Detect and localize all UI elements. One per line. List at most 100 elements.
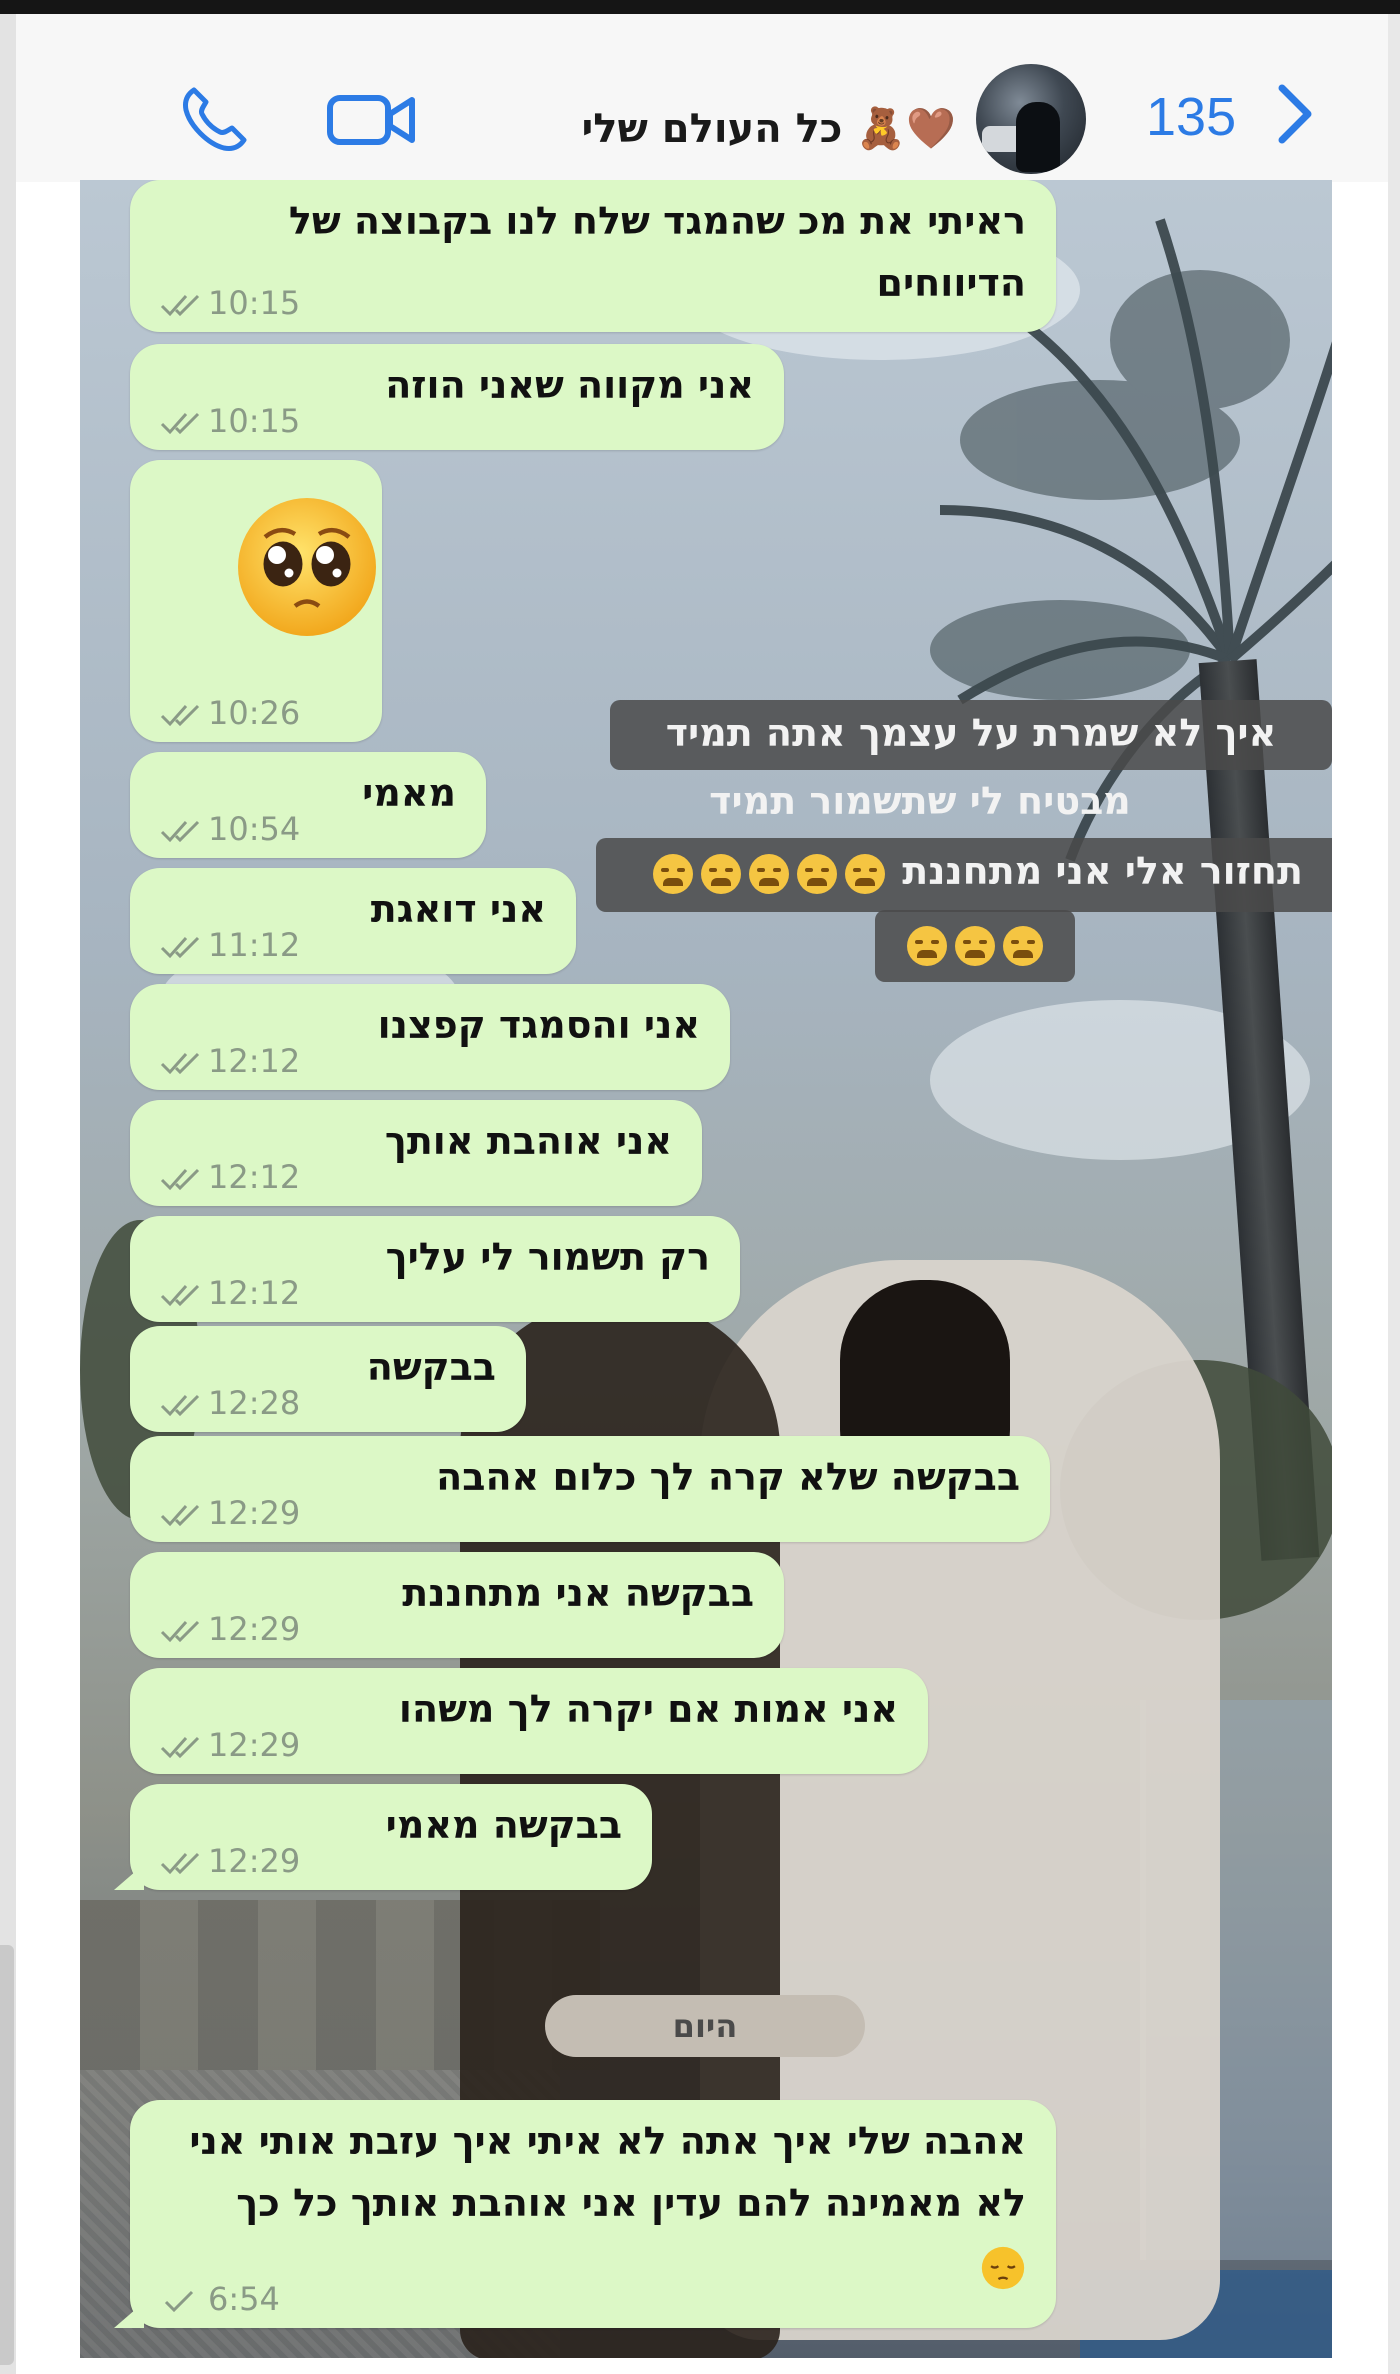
check-icon: [164, 2290, 194, 2313]
message-text: אני והסמגד קפצנו: [377, 1003, 700, 1047]
contact-avatar[interactable]: [976, 64, 1086, 174]
message-bubble[interactable]: בבקשה 12:28: [130, 1326, 526, 1432]
message-time: 12:29: [208, 1494, 301, 1532]
message-time: 12:29: [208, 1842, 301, 1880]
message-bubble[interactable]: מאמי 10:54: [130, 752, 486, 858]
double-check-icon: [160, 1052, 200, 1075]
message-text: ראיתי את מכ שהמגד שלח לנו בקבוצה של הדיו…: [288, 199, 1026, 305]
message-time: 11:12: [208, 926, 301, 964]
message-meta: 10:26: [160, 694, 300, 732]
pleading-face-icon: [238, 498, 376, 636]
message-bubble[interactable]: אני אמות אם יקרה לך משהו 12:29: [130, 1668, 928, 1774]
message-time: 12:29: [208, 1726, 301, 1764]
message-time: 12:12: [208, 1158, 301, 1196]
crying-face-icon: [845, 853, 885, 894]
contact-name[interactable]: כל העולם שלי 🧸🤎: [446, 74, 956, 184]
double-check-icon: [160, 294, 200, 317]
top-border: [0, 0, 1400, 14]
double-check-icon: [160, 1394, 200, 1417]
message-text: אני דואגת: [370, 887, 546, 931]
message-time: 12:12: [208, 1042, 301, 1080]
chat-area[interactable]: איך לא שמרת על עצמך אתה תמיד מבטיח לי שת…: [80, 180, 1332, 2358]
message-text: בבקשה: [366, 1345, 496, 1389]
message-time: 12:29: [208, 1610, 301, 1648]
pensive-face-icon: [981, 2246, 1025, 2289]
message-time: 6:54: [208, 2280, 280, 2318]
crying-face-icon: [907, 925, 947, 966]
side-handle: [0, 1945, 14, 2365]
message-time: 12:28: [208, 1384, 301, 1422]
message-text: אהבה שלי איך אתה לא איתי איך עזבת אותי א…: [176, 2110, 1026, 2296]
chevron-left-icon[interactable]: [1278, 84, 1312, 144]
message-bubble[interactable]: אני מקווה שאני הוזה 10:15: [130, 344, 784, 450]
video-camera-icon[interactable]: [326, 90, 416, 150]
message-bubble[interactable]: בבקשה אני מתחננת 12:29: [130, 1552, 784, 1658]
message-bubble[interactable]: 10:26: [130, 460, 382, 742]
caption-line-text: תחזור אלי אני מתחננת: [902, 849, 1303, 893]
message-meta: 12:12: [160, 1158, 300, 1196]
message-text: בבקשה אני מתחננת: [402, 1571, 754, 1615]
message-meta: 12:29: [160, 1842, 300, 1880]
double-check-icon: [160, 1168, 200, 1191]
message-text-content: אהבה שלי איך אתה לא איתי איך עזבת אותי א…: [189, 2119, 1026, 2225]
double-check-icon: [160, 820, 200, 843]
message-meta: 12:29: [160, 1726, 300, 1764]
message-meta: 12:29: [160, 1494, 300, 1532]
crying-emoji-group: [649, 849, 889, 894]
message-text: בבקשה שלא קרה לך כלום אהבה: [436, 1455, 1020, 1499]
message-meta: 12:29: [160, 1610, 300, 1648]
crying-face-icon: [797, 853, 837, 894]
avatar-figure-shape: [1016, 102, 1060, 172]
message-time: 12:12: [208, 1274, 301, 1312]
double-check-icon: [160, 1736, 200, 1759]
message-text: אני אמות אם יקרה לך משהו: [398, 1687, 898, 1731]
message-bubble[interactable]: אהבה שלי איך אתה לא איתי איך עזבת אותי א…: [114, 2100, 1056, 2328]
message-time: 10:15: [208, 402, 301, 440]
message-bubble[interactable]: ראיתי את מכ שהמגד שלח לנו בקבוצה של הדיו…: [130, 180, 1056, 332]
double-check-icon: [160, 1620, 200, 1643]
message-meta: 10:54: [160, 810, 300, 848]
chat-header: 135 כל העולם שלי 🧸🤎: [16, 14, 1388, 182]
crying-face-icon: [955, 925, 995, 966]
message-meta: 12:12: [160, 1042, 300, 1080]
message-bubble[interactable]: בבקשה שלא קרה לך כלום אהבה 12:29: [130, 1436, 1050, 1542]
caption-line: איך לא שמרת על עצמך אתה תמיד: [610, 700, 1332, 770]
back-unread-count[interactable]: 135: [1146, 86, 1236, 148]
phone-icon[interactable]: [180, 84, 250, 154]
message-time: 10:26: [208, 694, 301, 732]
date-divider: היום: [545, 1995, 865, 2057]
message-time: 10:54: [208, 810, 301, 848]
message-bubble[interactable]: רק תשמור לי עליך 12:12: [130, 1216, 740, 1322]
message-meta: 11:12: [160, 926, 300, 964]
message-text: אני אוהבת אותך: [384, 1119, 672, 1163]
message-meta: 6:54: [160, 2280, 280, 2318]
message-bubble[interactable]: בבקשה מאמי 12:29: [114, 1784, 652, 1890]
screenshot-frame: 135 כל העולם שלי 🧸🤎 איך לא שמרת על עצמך …: [0, 0, 1400, 2374]
message-time: 10:15: [208, 284, 301, 322]
crying-face-icon: [749, 853, 789, 894]
double-check-icon: [160, 1284, 200, 1307]
double-check-icon: [160, 412, 200, 435]
double-check-icon: [160, 936, 200, 959]
message-meta: 10:15: [160, 402, 300, 440]
message-bubble[interactable]: אני אוהבת אותך 12:12: [130, 1100, 702, 1206]
message-text: בבקשה מאמי: [385, 1803, 622, 1847]
caption-emoji-line: [875, 910, 1075, 982]
message-meta: 10:15: [160, 284, 300, 322]
double-check-icon: [160, 1852, 200, 1875]
double-check-icon: [160, 1504, 200, 1527]
message-bubble[interactable]: אני והסמגד קפצנו 12:12: [130, 984, 730, 1090]
caption-line: מבטיח לי שתשמור תמיד: [709, 779, 1131, 823]
right-border: [1388, 14, 1400, 2374]
crying-face-icon: [1003, 925, 1043, 966]
message-text: רק תשמור לי עליך: [385, 1235, 710, 1279]
message-text: מאמי: [362, 771, 456, 815]
crying-face-icon: [653, 853, 693, 894]
caption-line: תחזור אלי אני מתחננת: [596, 838, 1332, 912]
crying-face-icon: [701, 853, 741, 894]
message-bubble[interactable]: אני דואגת 11:12: [130, 868, 576, 974]
double-check-icon: [160, 704, 200, 727]
message-text: אני מקווה שאני הוזה: [385, 363, 754, 407]
message-meta: 12:28: [160, 1384, 300, 1422]
message-meta: 12:12: [160, 1274, 300, 1312]
